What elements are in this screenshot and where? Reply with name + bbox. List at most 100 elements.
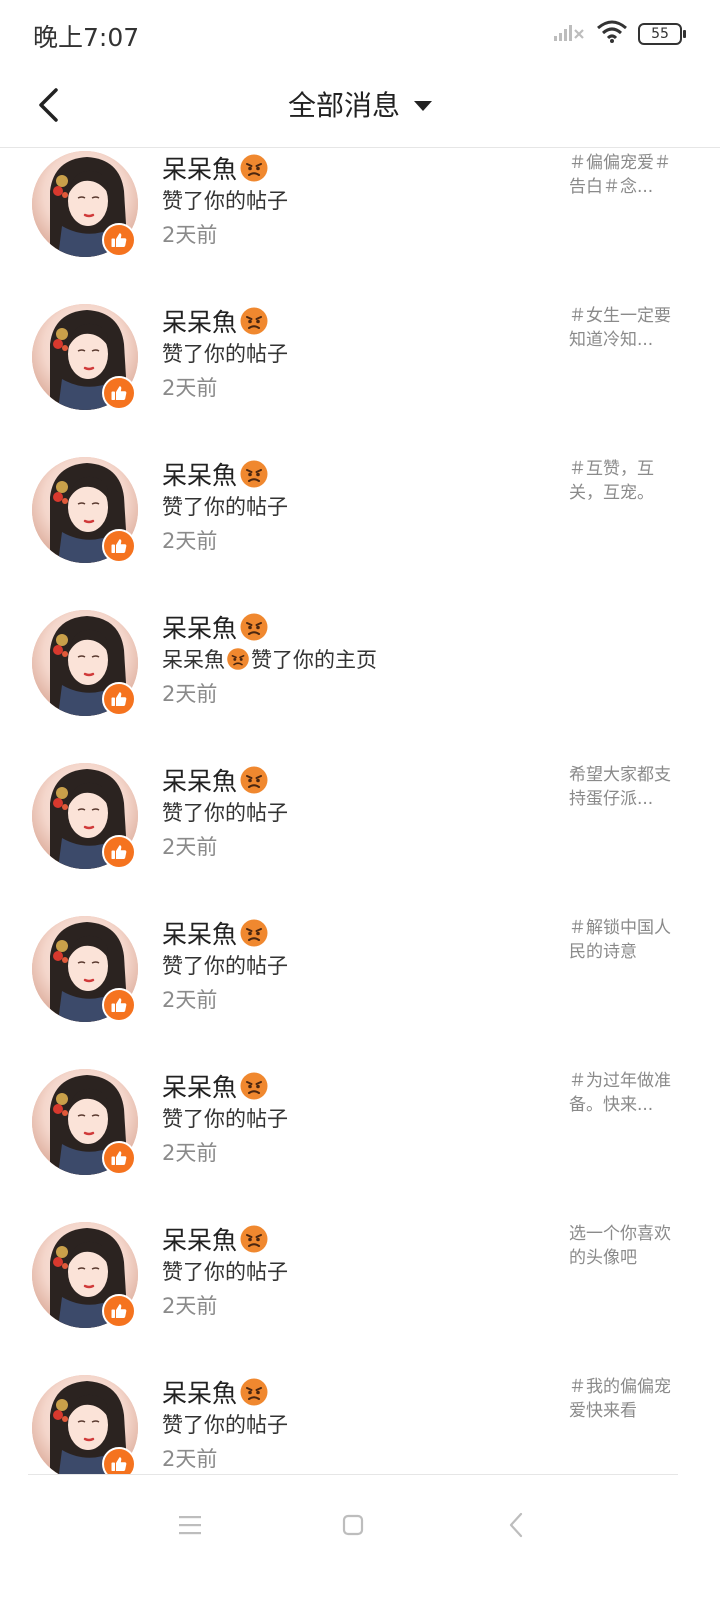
post-preview[interactable]: ＃解锁中国人民的诗意 (569, 916, 681, 964)
notification-action: 赞了你的帖子 (162, 1409, 288, 1439)
sender-name: 呆呆魚 (162, 767, 238, 796)
notification-row[interactable]: 呆呆魚 赞了你的帖子 2天前 ＃解锁中国人民的诗意 (0, 913, 720, 1066)
wifi-icon (596, 20, 628, 48)
angry-face-emoji-icon (227, 648, 249, 670)
post-preview[interactable]: ＃我的偏偏宠爱快来看 (569, 1375, 681, 1423)
angry-face-emoji-icon (240, 154, 268, 182)
post-preview[interactable]: ＃偏偏宠爱＃告白＃念... (569, 151, 681, 199)
sender-name-line[interactable]: 呆呆魚 (162, 762, 269, 798)
action-text: 赞了你的主页 (251, 648, 377, 672)
status-icons: 55 (552, 20, 686, 48)
sender-name-line[interactable]: 呆呆魚 (162, 1221, 269, 1257)
sender-name-line[interactable]: 呆呆魚 (162, 150, 269, 186)
avatar[interactable] (32, 763, 138, 869)
notification-action: 赞了你的帖子 (162, 185, 288, 215)
timestamp: 2天前 (162, 988, 218, 1012)
menu-icon (179, 1516, 201, 1535)
thumbs-up-icon (111, 233, 127, 247)
action-text: 赞了你的帖子 (162, 1413, 288, 1437)
status-bar: 晚上7:07 55 (0, 0, 720, 70)
post-preview[interactable]: ＃女生一定要知道冷知... (569, 304, 681, 352)
angry-face-emoji-icon (240, 1378, 268, 1406)
timestamp: 2天前 (162, 376, 218, 400)
notification-row[interactable]: 呆呆魚 赞了你的帖子 2天前 ＃偏偏宠爱＃告白＃念... (0, 148, 720, 301)
sender-name-line[interactable]: 呆呆魚 (162, 456, 269, 492)
battery-level: 55 (651, 26, 669, 42)
notification-action: 赞了你的帖子 (162, 797, 288, 827)
signal-icon (552, 21, 586, 47)
status-time: 晚上7:07 (33, 23, 140, 52)
notification-list[interactable]: 呆呆魚 赞了你的帖子 2天前 ＃偏偏宠爱＃告白＃念... 呆呆魚 赞了你的帖子 2天前… (0, 148, 720, 1475)
sender-name: 呆呆魚 (162, 155, 238, 184)
like-badge (102, 529, 136, 563)
action-text: 赞了你的帖子 (162, 1107, 288, 1131)
post-preview[interactable]: 选一个你喜欢的头像吧 (569, 1222, 681, 1270)
angry-face-emoji-icon (240, 1225, 268, 1253)
thumbs-up-icon (111, 539, 127, 553)
angry-face-emoji-icon (240, 613, 268, 641)
home-button[interactable] (333, 1505, 373, 1545)
battery-icon: 55 (638, 23, 686, 45)
avatar[interactable] (32, 1222, 138, 1328)
avatar[interactable] (32, 151, 138, 257)
thumbs-up-icon (111, 845, 127, 859)
sender-name: 呆呆魚 (162, 1226, 238, 1255)
notification-row[interactable]: 呆呆魚 赞了你的帖子 2天前 ＃为过年做准备。快来... (0, 1066, 720, 1219)
timestamp: 2天前 (162, 223, 218, 247)
angry-face-emoji-icon (240, 919, 268, 947)
notification-row[interactable]: 呆呆魚 赞了你的帖子 2天前 选一个你喜欢的头像吧 (0, 1219, 720, 1372)
menu-button[interactable] (170, 1505, 210, 1545)
notification-row[interactable]: 呆呆魚 赞了你的帖子 2天前 ＃女生一定要知道冷知... (0, 301, 720, 454)
post-preview[interactable]: 希望大家都支持蛋仔派... (569, 763, 681, 811)
sender-name-line[interactable]: 呆呆魚 (162, 609, 269, 645)
notification-action: 赞了你的帖子 (162, 491, 288, 521)
avatar[interactable] (32, 1069, 138, 1175)
notification-action: 呆呆魚 赞了你的主页 (162, 644, 377, 674)
sender-name-line[interactable]: 呆呆魚 (162, 915, 269, 951)
sender-name: 呆呆魚 (162, 1379, 238, 1408)
notification-action: 赞了你的帖子 (162, 1256, 288, 1286)
notification-row[interactable]: 呆呆魚 赞了你的帖子 2天前 希望大家都支持蛋仔派... (0, 760, 720, 913)
notification-row[interactable]: 呆呆魚 呆呆魚 赞了你的主页 2天前 (0, 607, 720, 760)
like-badge (102, 1294, 136, 1328)
notification-action: 赞了你的帖子 (162, 950, 288, 980)
action-text: 赞了你的帖子 (162, 954, 288, 978)
avatar[interactable] (32, 1375, 138, 1475)
sender-name-line[interactable]: 呆呆魚 (162, 1374, 269, 1410)
thumbs-up-icon (111, 1151, 127, 1165)
title-dropdown[interactable]: 全部消息 (0, 84, 720, 124)
post-preview[interactable]: ＃为过年做准备。快来... (569, 1069, 681, 1117)
like-badge (102, 682, 136, 716)
nav-back-button[interactable] (496, 1505, 536, 1545)
avatar[interactable] (32, 916, 138, 1022)
thumbs-up-icon (111, 692, 127, 706)
action-text: 赞了你的帖子 (162, 1260, 288, 1284)
like-badge (102, 1141, 136, 1175)
sender-name: 呆呆魚 (162, 461, 238, 490)
system-nav-bar (0, 1475, 720, 1600)
notification-row[interactable]: 呆呆魚 赞了你的帖子 2天前 ＃互赞，互关，互宠。 (0, 454, 720, 607)
post-preview[interactable]: ＃互赞，互关，互宠。 (569, 457, 681, 505)
notification-action: 赞了你的帖子 (162, 338, 288, 368)
avatar[interactable] (32, 457, 138, 563)
timestamp: 2天前 (162, 529, 218, 553)
sender-name-line[interactable]: 呆呆魚 (162, 1068, 269, 1104)
angry-face-emoji-icon (240, 766, 268, 794)
like-badge (102, 835, 136, 869)
avatar[interactable] (32, 304, 138, 410)
timestamp: 2天前 (162, 682, 218, 706)
sender-name-line[interactable]: 呆呆魚 (162, 303, 269, 339)
timestamp: 2天前 (162, 835, 218, 859)
action-text: 赞了你的帖子 (162, 189, 288, 213)
notification-row[interactable]: 呆呆魚 赞了你的帖子 2天前 ＃我的偏偏宠爱快来看 (0, 1372, 720, 1475)
timestamp: 2天前 (162, 1447, 218, 1471)
home-square-icon (342, 1514, 364, 1536)
thumbs-up-icon (111, 1457, 127, 1471)
avatar[interactable] (32, 610, 138, 716)
notification-action: 赞了你的帖子 (162, 1103, 288, 1133)
thumbs-up-icon (111, 386, 127, 400)
angry-face-emoji-icon (240, 1072, 268, 1100)
action-sender: 呆呆魚 (162, 648, 225, 672)
action-text: 赞了你的帖子 (162, 495, 288, 519)
like-badge (102, 223, 136, 257)
